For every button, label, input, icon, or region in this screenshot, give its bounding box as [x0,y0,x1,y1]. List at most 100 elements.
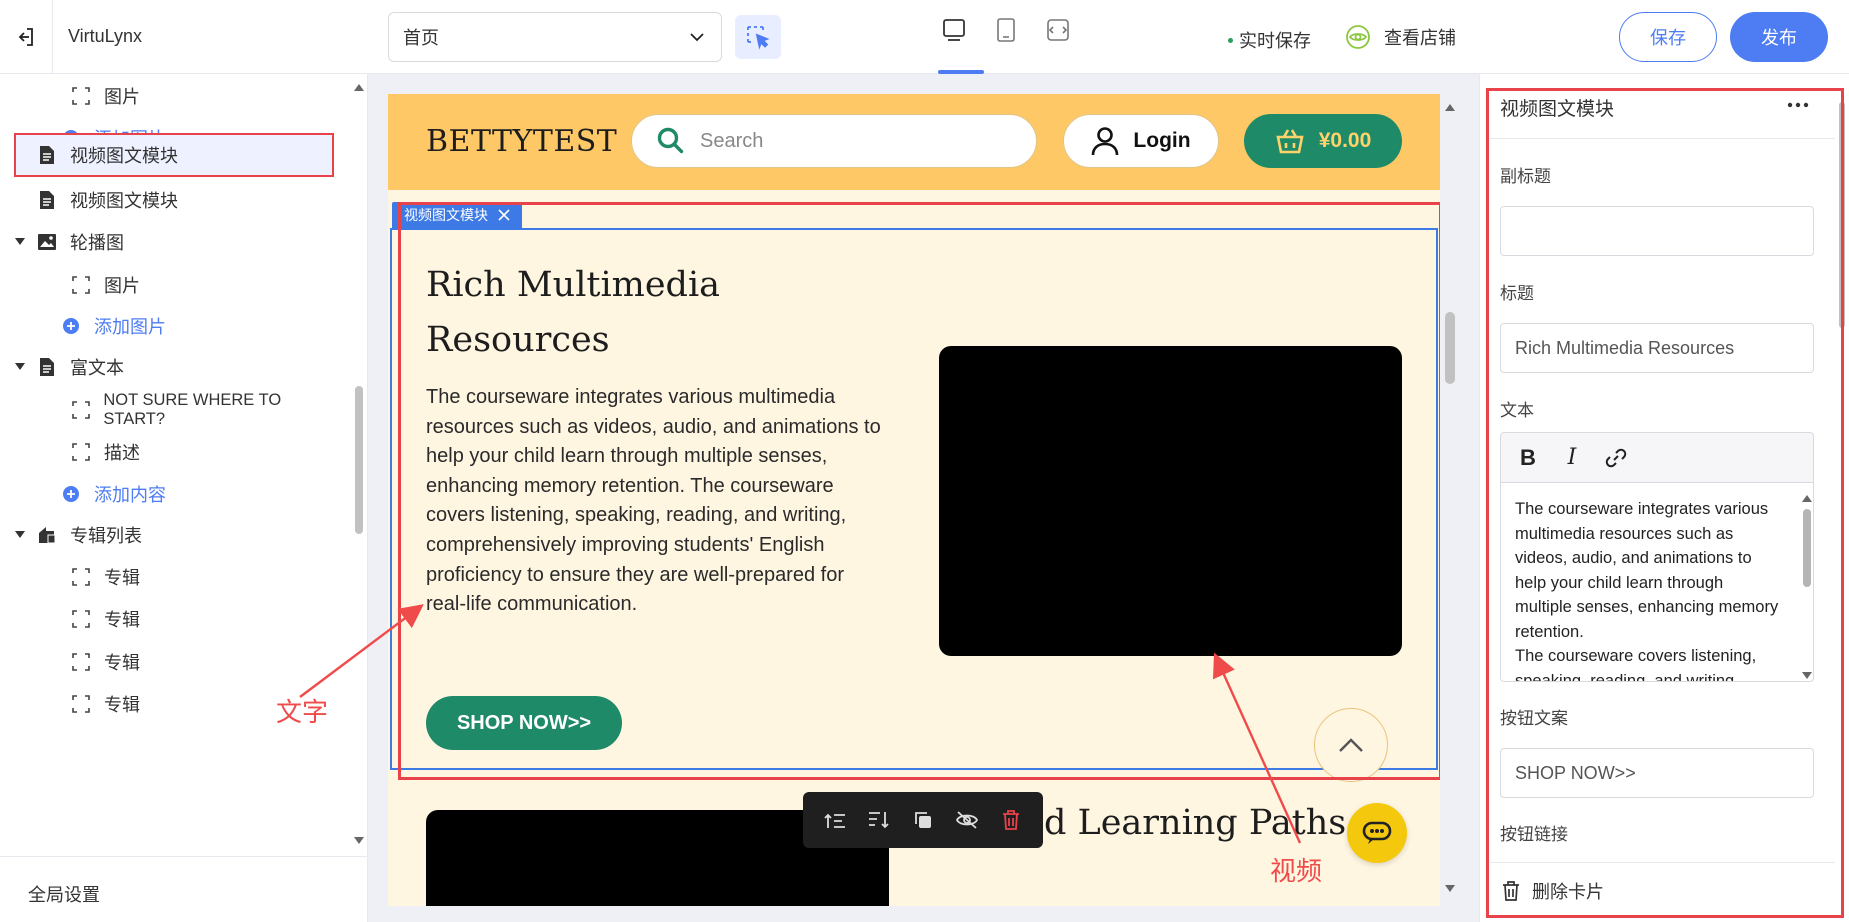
autosave-dot [1228,37,1233,43]
panel-scrollbar[interactable] [1836,88,1848,918]
sidebar-footer: 全局设置 [0,856,368,922]
delete-card-label: 删除卡片 [1532,882,1604,902]
panel-more-button[interactable] [1780,90,1816,120]
bold-icon[interactable]: B [1517,445,1539,470]
album-icon [36,524,58,546]
scroll-up-arrow-icon[interactable] [1802,489,1812,507]
italic-icon[interactable]: I [1561,445,1583,470]
panel-footer-separator [1490,862,1835,863]
tree-item-album[interactable]: 专辑 [0,640,340,684]
fit-width-icon [1047,19,1069,41]
frame-icon [70,274,92,296]
tree-item-label: 视频图文模块 [70,191,178,211]
view-store-link[interactable]: 查看店铺 [1344,22,1456,52]
scroll-down-arrow-icon[interactable] [354,836,364,846]
desktop-view-button[interactable] [938,14,970,46]
sidebar-scroll-thumb[interactable] [355,386,363,534]
properties-panel: 视频图文模块 副标题 标题 Rich Multimedia Resources … [1479,74,1849,922]
page-select[interactable]: 首页 [388,12,722,62]
trash-icon [1003,810,1019,830]
tree-item-album[interactable]: 专辑 [0,597,340,641]
move-up-button[interactable] [821,806,849,834]
subtitle-label: 副标题 [1500,167,1551,186]
delete-card-button[interactable]: 删除卡片 [1502,878,1604,904]
tree-item-label: 专辑 [104,653,140,673]
move-down-button[interactable] [865,806,893,834]
top-bar: VirtuLynx 首页 实时保存 查看店铺 保存 发布 [0,0,1849,74]
store-login-button[interactable]: Login [1063,114,1219,168]
exit-button[interactable] [10,22,40,52]
scroll-up-arrow-icon[interactable] [354,82,364,92]
tree-item-label: 专辑 [104,568,140,588]
search-icon [657,127,684,154]
element-select-button[interactable] [735,15,781,59]
preview-scrollbar[interactable] [1440,94,1460,906]
plus-circle-icon [60,315,82,337]
global-settings-link[interactable]: 全局设置 [28,881,100,907]
panel-separator [1490,138,1835,139]
title-input[interactable]: Rich Multimedia Resources [1500,323,1814,373]
delete-module-button[interactable] [997,806,1025,834]
frame-icon [70,441,92,463]
rich-editor-content[interactable]: The courseware integrates various multim… [1501,483,1797,681]
tree-item-image[interactable]: 图片 [0,74,340,118]
subtitle-input[interactable] [1500,206,1814,256]
button-text-label: 按钮文案 [1500,709,1568,728]
link-icon[interactable] [1605,447,1627,469]
save-button[interactable]: 保存 [1619,12,1717,62]
store-preview-page: BETTYTEST Search Login ¥0.00 视频图文模块 Rich… [388,94,1440,906]
frame-icon [70,693,92,715]
tablet-view-button[interactable] [990,14,1022,46]
sidebar: 图片 添加图片 视频图文模块 视频图文模块 轮播图 [0,74,368,922]
store-search-input[interactable]: Search [631,114,1037,168]
basket-icon [1276,129,1304,154]
text-rich-editor: B I The courseware integrates various mu… [1500,432,1814,682]
component-tree: 图片 添加图片 视频图文模块 视频图文模块 轮播图 [0,74,350,856]
panel-scroll-thumb[interactable] [1839,102,1845,328]
scroll-down-arrow-icon[interactable] [1802,667,1812,681]
more-icon [1787,102,1809,108]
rich-editor-scroll-thumb[interactable] [1803,509,1811,587]
store-cart-button[interactable]: ¥0.00 [1244,114,1402,168]
tree-item-album-list[interactable]: 专辑列表 [0,513,340,557]
preview-scroll-thumb[interactable] [1445,312,1455,384]
duplicate-button[interactable] [909,806,937,834]
panel-title: 视频图文模块 [1500,99,1615,120]
tree-item-carousel[interactable]: 轮播图 [0,220,340,264]
tree-item-image[interactable]: 图片 [0,263,340,307]
frame-icon [70,608,92,630]
frame-icon [70,85,92,107]
tree-item-video-text-module-selected[interactable]: 视频图文模块 [14,133,334,177]
tree-item-description[interactable]: 描述 [0,430,340,474]
plus-circle-icon [60,483,82,505]
app-title: VirtuLynx [68,26,143,46]
frame-icon [70,651,92,673]
rich-editor-scrollbar[interactable] [1799,483,1813,681]
tree-item-rich-text[interactable]: 富文本 [0,345,340,389]
tree-item-heading[interactable]: NOT SURE WHERE TO START? [0,388,340,432]
tree-item-album[interactable]: 专辑 [0,555,340,599]
caret-down-icon[interactable] [14,236,26,248]
sidebar-scrollbar[interactable] [352,74,366,856]
eye-icon [1346,25,1370,49]
tree-item-label: 富文本 [70,358,124,378]
fit-width-view-button[interactable] [1042,14,1074,46]
tree-item-add-content[interactable]: 添加内容 [0,472,340,516]
hide-button[interactable] [953,806,981,834]
caret-down-icon[interactable] [14,529,26,541]
store-brand[interactable]: BETTYTEST [426,124,617,159]
scroll-down-arrow-icon[interactable] [1445,884,1455,894]
annotation-highlight-box [398,202,1440,780]
button-text-input[interactable]: SHOP NOW>> [1500,748,1814,798]
chat-button[interactable] [1347,803,1407,863]
publish-button[interactable]: 发布 [1730,12,1828,62]
scroll-up-arrow-icon[interactable] [1445,102,1455,112]
tree-item-label: 专辑 [104,695,140,715]
caret-down-icon[interactable] [14,361,26,373]
tree-item-add-image[interactable]: 添加图片 [0,304,340,348]
desktop-icon [943,19,965,41]
autosave-label: 实时保存 [1239,31,1311,51]
tree-item-video-text-module[interactable]: 视频图文模块 [0,178,340,222]
tree-item-label: 视频图文模块 [70,146,178,166]
document-icon [36,356,58,378]
